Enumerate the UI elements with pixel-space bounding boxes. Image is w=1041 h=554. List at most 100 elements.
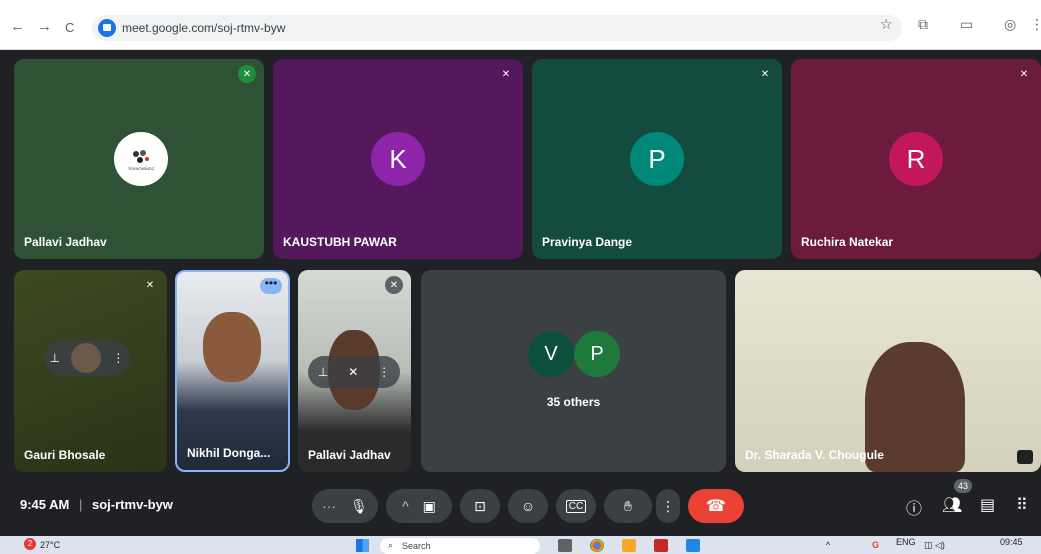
more-options-button[interactable]: ⋮ xyxy=(656,489,680,523)
participant-tile-ruchira-natekar[interactable]: ✕ R Ruchira Natekar xyxy=(791,59,1041,259)
participant-name: Pravinya Dange xyxy=(542,235,633,249)
camera-control-group: ^ ▣ xyxy=(386,489,452,523)
wifi-volume-icon[interactable]: ◫ ◁) xyxy=(924,540,945,551)
mic-muted-icon: ✕ xyxy=(1019,68,1029,80)
clock-text: 9:45 AM xyxy=(20,497,70,512)
participant-name: Pallavi Jadhav xyxy=(24,235,107,249)
address-bar[interactable]: meet.google.com/soj-rtmv-byw xyxy=(92,15,902,41)
forward-icon[interactable]: → xyxy=(37,18,52,35)
meet-control-bar: 9:45 AM | soj-rtmv-byw ··· 🎙︎ ^ ▣ ⊡ ☺ CC… xyxy=(0,476,1041,536)
browser-menu-icon[interactable]: ⋮ xyxy=(1030,16,1041,33)
browser-toolbar: ← → C meet.google.com/soj-rtmv-byw ☆ ⧉ ▭… xyxy=(0,0,1041,50)
others-tile[interactable]: V P 35 others xyxy=(421,270,726,472)
avatar: P xyxy=(630,132,684,186)
end-call-icon: ☎︎ xyxy=(706,498,726,515)
activities-icon[interactable]: ⠿ xyxy=(1016,495,1028,515)
chrome-icon[interactable] xyxy=(590,539,604,552)
back-icon[interactable]: ← xyxy=(10,18,25,35)
participant-tile-gauri-bhosale[interactable]: ✕ ⊥ ⋮ Gauri Bhosale xyxy=(14,270,167,472)
camera-icon[interactable]: ▣ xyxy=(423,498,436,515)
logo-text: TEKNOMINDZ xyxy=(127,165,155,171)
participant-name: Gauri Bhosale xyxy=(24,448,106,462)
logo-icon xyxy=(133,149,149,163)
url-text: meet.google.com/soj-rtmv-byw xyxy=(122,21,286,35)
leave-call-button[interactable]: ☎︎ xyxy=(688,489,744,523)
avatar: R xyxy=(889,132,943,186)
participant-tile-nikhil-dongare[interactable]: ••• Nikhil Donga... xyxy=(175,270,290,472)
pin-icon[interactable]: ⊥ xyxy=(318,365,328,379)
participant-name: Pallavi Jadhav xyxy=(308,448,391,462)
meeting-code: soj-rtmv-byw xyxy=(92,497,173,512)
participant-photo xyxy=(71,343,102,373)
meeting-stage: ✕ TEKNOMINDZ Pallavi Jadhav ✕ K KAUSTUBH… xyxy=(0,50,1041,536)
pin-icon[interactable]: ⊥ xyxy=(50,351,60,365)
present-screen-icon: ⊡ xyxy=(474,497,486,514)
app-icon[interactable] xyxy=(654,539,668,552)
participant-tile-sharada-chougule[interactable]: Dr. Sharada V. Chougule xyxy=(735,270,1041,472)
side-panel-icon[interactable]: ▭ xyxy=(960,16,973,33)
mute-participant-icon[interactable]: ✕ xyxy=(348,365,358,379)
separator: | xyxy=(79,497,83,512)
participant-tile-pallavi-jadhav-2[interactable]: ✕ ⊥ ✕ ⋮ Pallavi Jadhav xyxy=(298,270,411,472)
picture-in-picture-icon[interactable] xyxy=(1017,450,1033,464)
taskbar-clock[interactable]: 09:45 xyxy=(1000,537,1023,547)
captions-icon: CC xyxy=(565,499,587,513)
reactions-button[interactable]: ☺ xyxy=(508,489,548,523)
bookmark-star-icon[interactable]: ☆ xyxy=(880,16,893,33)
task-view-icon[interactable] xyxy=(558,539,572,552)
mic-muted-icon: ✕ xyxy=(145,279,155,291)
mic-muted-icon: ✕ xyxy=(501,68,511,80)
mic-muted-icon: ✕ xyxy=(760,68,770,80)
microphone-icon[interactable]: 🎙︎ xyxy=(350,498,368,515)
reload-icon[interactable]: C xyxy=(65,20,74,35)
mic-control-group: ··· 🎙︎ xyxy=(312,489,378,523)
others-count: 35 others xyxy=(546,395,601,409)
file-explorer-icon[interactable] xyxy=(622,539,636,552)
windows-start-icon[interactable] xyxy=(356,539,369,552)
lang-indicator[interactable]: ENG xyxy=(896,537,916,547)
participant-name: Dr. Sharada V. Chougule xyxy=(745,448,884,462)
site-info-icon[interactable] xyxy=(98,19,116,37)
captions-button[interactable]: CC xyxy=(556,489,596,523)
people-icon[interactable]: 👥︎ xyxy=(942,495,962,515)
more-options-icon[interactable]: ••• xyxy=(260,277,282,294)
profile-icon[interactable]: ◎ xyxy=(1004,16,1016,33)
participant-tile-kaustubh-pawar[interactable]: ✕ K KAUSTUBH PAWAR xyxy=(273,59,523,259)
more-options-icon[interactable]: ⋮ xyxy=(112,351,124,365)
avatar: V xyxy=(528,331,574,377)
people-count-badge: 43 xyxy=(954,479,972,493)
participant-name: Nikhil Donga... xyxy=(187,446,271,460)
participant-name: KAUSTUBH PAWAR xyxy=(283,235,397,249)
more-options-icon[interactable]: ⋮ xyxy=(378,365,390,379)
weather-text[interactable]: 27°C xyxy=(40,540,60,550)
search-icon: ⌕ xyxy=(388,540,394,550)
extensions-icon[interactable]: ⧉ xyxy=(918,16,928,33)
participant-name: Ruchira Natekar xyxy=(801,235,894,249)
participant-tile-pallavi-jadhav[interactable]: ✕ TEKNOMINDZ Pallavi Jadhav xyxy=(14,59,264,259)
raise-hand-button[interactable]: ✋︎ xyxy=(604,489,652,523)
chevron-up-icon[interactable]: ^ xyxy=(402,498,409,514)
audio-options-icon[interactable]: ··· xyxy=(322,498,336,514)
tile-hover-controls: ⊥ ✕ ⋮ xyxy=(308,356,400,388)
taskbar-search[interactable]: ⌕ Search xyxy=(380,538,540,554)
weather-alert-badge: 2 xyxy=(24,538,36,550)
app-icon-2[interactable] xyxy=(686,539,700,552)
search-placeholder: Search xyxy=(402,541,431,551)
mic-muted-icon: ✕ xyxy=(238,65,256,83)
tile-hover-controls: ⊥ ⋮ xyxy=(44,340,130,376)
participant-tile-pravinya-dange[interactable]: ✕ P Pravinya Dange xyxy=(532,59,782,259)
meeting-time: 9:45 AM | soj-rtmv-byw xyxy=(20,497,173,512)
more-vert-icon: ⋮ xyxy=(661,497,675,514)
present-button[interactable]: ⊡ xyxy=(460,489,500,523)
google-icon[interactable]: G xyxy=(872,540,879,550)
mic-muted-icon: ✕ xyxy=(385,276,403,294)
teknomindz-logo: TEKNOMINDZ xyxy=(114,132,168,186)
hand-icon: ✋︎ xyxy=(624,497,632,514)
os-taskbar: 2 27°C ⌕ Search ^ G ENG ◫ ◁) 09:45 xyxy=(0,536,1041,554)
meeting-details-icon[interactable]: ⓘ xyxy=(906,495,922,519)
chat-icon[interactable]: ▤ xyxy=(980,495,995,515)
avatar: P xyxy=(574,331,620,377)
video-feed xyxy=(203,312,261,382)
tray-chevron-icon[interactable]: ^ xyxy=(826,540,830,550)
emoji-icon: ☺ xyxy=(520,498,536,514)
